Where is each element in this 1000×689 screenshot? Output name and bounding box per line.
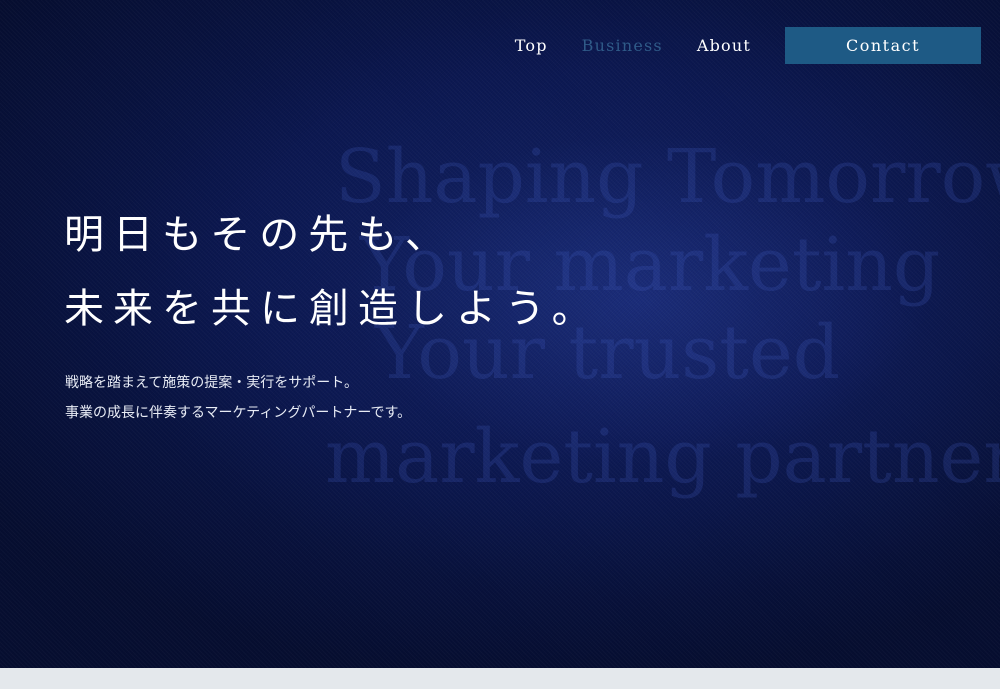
contact-button[interactable]: Contact [785,27,981,64]
nav-link-business[interactable]: Business [582,36,663,55]
hero-section: Shaping Tomorrow Your marketing Your tru… [0,0,1000,668]
headline-line-2: 未来を共に創造しよう。 [64,286,601,332]
headline-line-1: 明日もその先も、 [64,212,454,258]
next-section-edge [0,668,1000,689]
watermark-line: marketing partner. [325,414,1000,500]
lead-line-1: 戦略を踏まえて施策の提案・実行をサポート。 [65,375,359,391]
hero-headline: 明日もその先も、 未来を共に創造しよう。 [64,198,601,346]
lead-line-2: 事業の成長に伴奏するマーケティングパートナーです。 [65,405,412,421]
hero-lead-text: 戦略を踏まえて施策の提案・実行をサポート。 事業の成長に伴奏するマーケティングパ… [65,368,411,428]
top-navigation: Top Business About Contact [515,27,981,64]
nav-link-about[interactable]: About [697,36,751,55]
nav-link-top[interactable]: Top [515,36,548,55]
